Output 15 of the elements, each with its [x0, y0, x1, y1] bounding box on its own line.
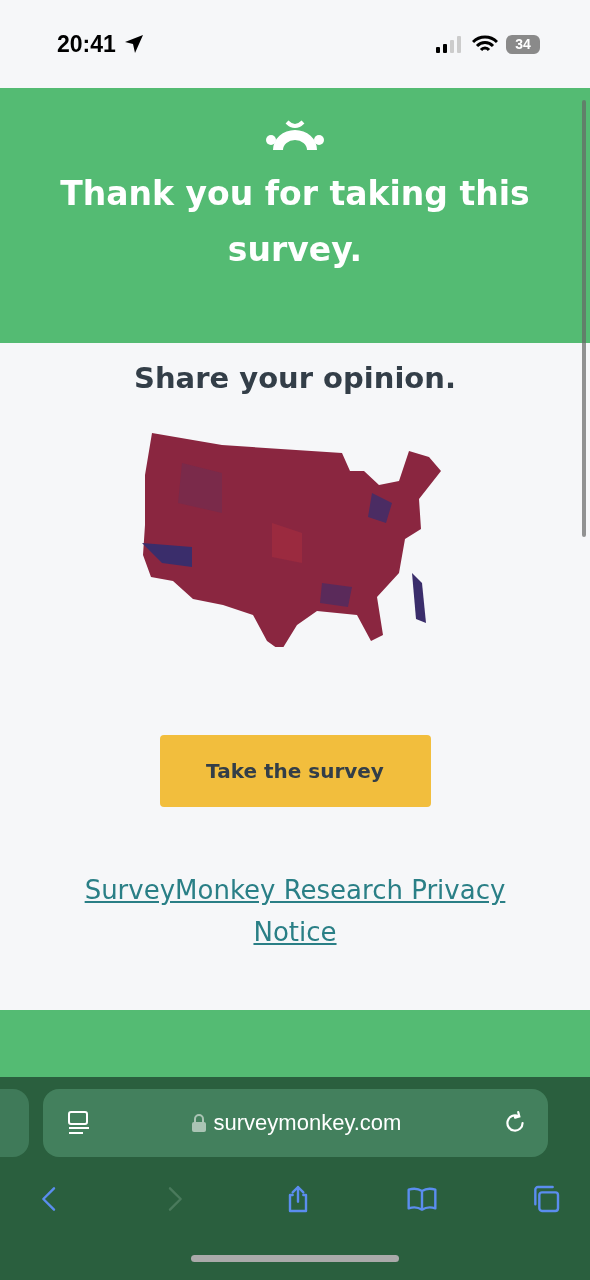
- heading: Share your opinion.: [134, 361, 456, 395]
- battery-indicator: 34: [506, 34, 540, 54]
- logo-icon: [265, 118, 325, 152]
- take-survey-button[interactable]: Take the survey: [159, 735, 431, 807]
- status-time: 20:41: [57, 30, 116, 58]
- signal-icon: [436, 35, 464, 53]
- lock-icon: [191, 1114, 206, 1132]
- reader-icon: [67, 1110, 91, 1136]
- previous-tab-edge[interactable]: [0, 1089, 29, 1157]
- address-bar[interactable]: surveymonkey.com: [43, 1089, 548, 1157]
- location-arrow-icon: [123, 34, 144, 54]
- privacy-link[interactable]: SurveyMonkey Research Privacy Notice: [60, 869, 530, 953]
- wifi-icon: [472, 34, 498, 54]
- banner-title: Thank you for taking this survey.: [59, 173, 531, 271]
- url-text: surveymonkey.com: [213, 1110, 402, 1136]
